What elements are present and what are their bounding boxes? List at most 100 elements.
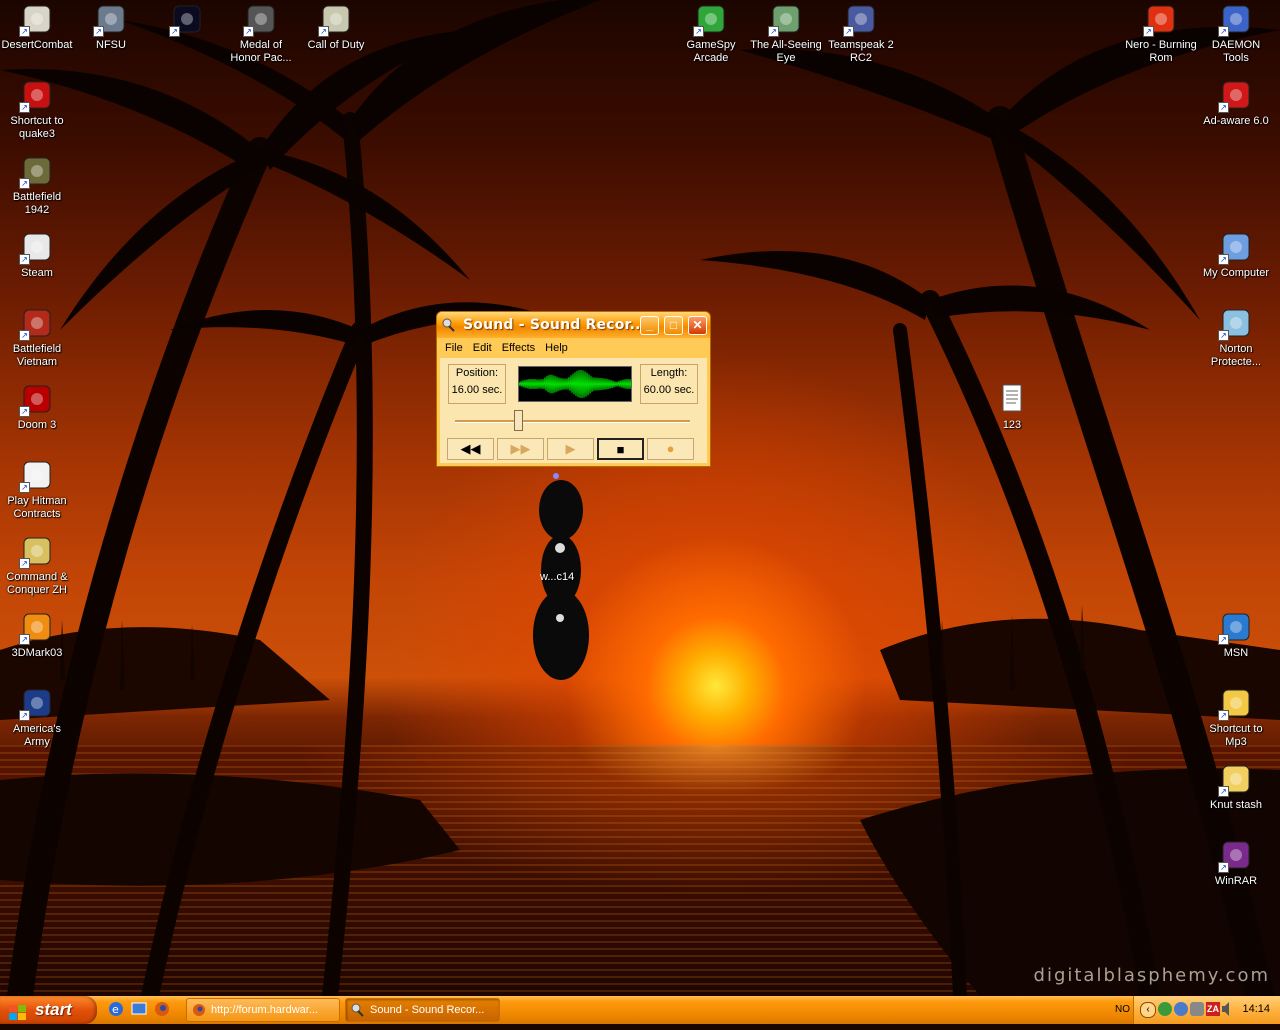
desktop-icon[interactable]: ↗ DAEMON Tools	[1199, 3, 1273, 65]
recorder-panel: Position: 16.00 sec. Length: 60.00 sec. …	[440, 358, 707, 463]
tray-expand-icon[interactable]: ‹	[1140, 1002, 1156, 1018]
tray-printer-icon[interactable]	[1190, 1002, 1204, 1016]
desktop-icon[interactable]: ↗ Knut stash	[1199, 763, 1273, 812]
shortcut-arrow-icon: ↗	[19, 254, 30, 265]
tray-volume-icon[interactable]	[1222, 1002, 1232, 1016]
all-seeing-eye-icon: ↗	[768, 3, 802, 37]
desktop-icon-label: Nero - Burning Rom	[1125, 39, 1197, 64]
start-label: start	[35, 1000, 72, 1019]
desktop-icon[interactable]: ↗ Shortcut to Mp3	[1199, 687, 1273, 749]
desktop-icon[interactable]: ↗ Teamspeak 2 RC2	[824, 3, 898, 65]
sound-recorder-icon	[351, 1003, 365, 1017]
desktop-icon-label: DAEMON Tools	[1211, 39, 1261, 64]
clock[interactable]: 14:14	[1242, 1003, 1270, 1015]
desktop-icon[interactable]: ↗ MSN	[1199, 611, 1273, 660]
menu-help[interactable]: Help	[540, 339, 573, 357]
recycle-bin-icon: ↗	[1218, 307, 1252, 341]
shortcut-arrow-icon: ↗	[1218, 254, 1229, 265]
desktop-icon[interactable]: ↗ Ad-aware 6.0	[1199, 79, 1273, 128]
firefox-icon	[192, 1003, 206, 1017]
wallpaper-watermark: digitalblasphemy.com	[1033, 965, 1270, 986]
svg-text:e: e	[112, 1003, 119, 1016]
gamespy-arcade-icon: ↗	[693, 3, 727, 37]
quicklaunch-ie-icon[interactable]: e	[108, 1001, 124, 1017]
desktop-icon[interactable]: ↗ Call of Duty	[299, 3, 373, 52]
seek-to-start-button[interactable]: ◀◀	[447, 438, 494, 460]
desktop-icon[interactable]: ↗ Shortcut to quake3	[0, 79, 74, 141]
desktop-icon[interactable]: ↗ Steam	[0, 231, 74, 280]
desktop-icon[interactable]: ↗ Nero - Burning Rom	[1124, 3, 1198, 65]
desktop-icon[interactable]: ↗ WinRAR	[1199, 839, 1273, 888]
desktop-icon-label: Play Hitman Contracts	[7, 495, 67, 520]
menu-edit[interactable]: Edit	[468, 339, 497, 357]
steam-icon: ↗	[19, 231, 53, 265]
menu-effects[interactable]: Effects	[497, 339, 540, 357]
window-titlebar[interactable]: Sound - Sound Recor... _ □ ✕	[437, 312, 710, 338]
shortcut-arrow-icon: ↗	[1218, 710, 1229, 721]
desktop-icon[interactable]: ↗ Doom 3	[0, 383, 74, 432]
desktop-icon-label: Knut stash	[1210, 799, 1262, 811]
stop-button[interactable]: ■	[597, 438, 644, 460]
tray-globe-icon[interactable]	[1174, 1002, 1188, 1016]
menu-file[interactable]: File	[440, 339, 468, 357]
folder-envelope-icon: ↗	[1218, 763, 1252, 797]
minimize-button[interactable]: _	[640, 316, 659, 335]
stop-icon: ■	[616, 442, 625, 457]
close-button[interactable]: ✕	[688, 316, 707, 335]
quicklaunch-firefox-icon[interactable]	[154, 1001, 170, 1017]
seek-to-end-button[interactable]: ▶▶	[497, 438, 544, 460]
desktop-icon[interactable]: ↗ Battlefield Vietnam	[0, 307, 74, 369]
desktop-icon[interactable]: ↗ Play Hitman Contracts	[0, 459, 74, 521]
desktop-icon[interactable]: ↗ My Computer	[1199, 231, 1273, 280]
system-tray: ‹ ZA 14:14	[1133, 996, 1280, 1024]
menu-bar: File Edit Effects Help	[440, 339, 573, 357]
shortcut-arrow-icon: ↗	[19, 482, 30, 493]
shortcut-arrow-icon: ↗	[169, 26, 180, 37]
shortcut-arrow-icon: ↗	[768, 26, 779, 37]
play-button[interactable]: ▶	[547, 438, 594, 460]
desert-combat-icon: ↗	[19, 3, 53, 37]
seek-track[interactable]	[455, 420, 690, 423]
medal-of-honor-icon: ↗	[243, 3, 277, 37]
desktop-icon[interactable]: ↗ 3DMark03	[0, 611, 74, 660]
desktop-icon-label: Ad-aware 6.0	[1203, 115, 1269, 127]
maximize-button[interactable]: □	[664, 316, 683, 335]
desktop-icon-label: 3DMark03	[11, 647, 63, 659]
desktop-icon-label: Command & Conquer ZH	[6, 571, 68, 596]
shortcut-arrow-icon: ↗	[1218, 330, 1229, 341]
desktop-icon[interactable]: ↗ Battlefield 1942	[0, 155, 74, 217]
minimize-icon: _	[646, 318, 653, 332]
desktop-icon[interactable]: ↗ America's Army	[0, 687, 74, 749]
desktop-icon[interactable]: ↗ Command & Conquer ZH	[0, 535, 74, 597]
starfield-icon: ↗	[169, 3, 203, 37]
desktop-icon-label: Doom 3	[17, 419, 57, 431]
play-icon: ▶	[565, 441, 576, 456]
quicklaunch-show-desktop-icon[interactable]	[131, 1001, 147, 1017]
desktop-icon[interactable]: ↗ Medal of Honor Pac...	[224, 3, 298, 65]
shortcut-arrow-icon: ↗	[693, 26, 704, 37]
task-sound-recorder[interactable]: Sound - Sound Recor...	[345, 998, 500, 1022]
desktop-icon[interactable]: ↗	[150, 3, 224, 39]
seek-slider-thumb[interactable]	[514, 410, 523, 431]
task-label: Sound - Sound Recor...	[370, 1004, 485, 1016]
task-browser[interactable]: http://forum.hardwar...	[186, 998, 340, 1022]
americas-army-icon: ↗	[19, 687, 53, 721]
microphone-icon	[442, 318, 456, 332]
shortcut-arrow-icon: ↗	[1218, 102, 1229, 113]
my-computer-icon: ↗	[1218, 231, 1252, 265]
battlefield-1942-icon: ↗	[19, 155, 53, 189]
desktop-icon[interactable]: ↗ NFSU	[74, 3, 148, 52]
desktop-icon[interactable]: ↗ Norton Protecte...	[1199, 307, 1273, 369]
desktop-icon[interactable]: ↗ DesertCombat	[0, 3, 74, 52]
desktop-icon-123[interactable]: 123	[975, 383, 1049, 432]
language-indicator[interactable]: NO	[1115, 1004, 1130, 1015]
tray-zonealarm-icon[interactable]: ZA	[1206, 1002, 1220, 1016]
sound-recorder-window[interactable]: Sound - Sound Recor... _ □ ✕ File Edit Eff…	[436, 311, 711, 467]
record-button[interactable]: ●	[647, 438, 694, 460]
tray-network-icon[interactable]	[1158, 1002, 1172, 1016]
start-button[interactable]: start	[0, 996, 97, 1024]
desktop-icon[interactable]: ↗ GameSpy Arcade	[674, 3, 748, 65]
desktop-icon[interactable]: ↗ The All-Seeing Eye	[749, 3, 823, 65]
waveform-trace	[518, 369, 633, 399]
position-label: Position:	[455, 367, 499, 379]
